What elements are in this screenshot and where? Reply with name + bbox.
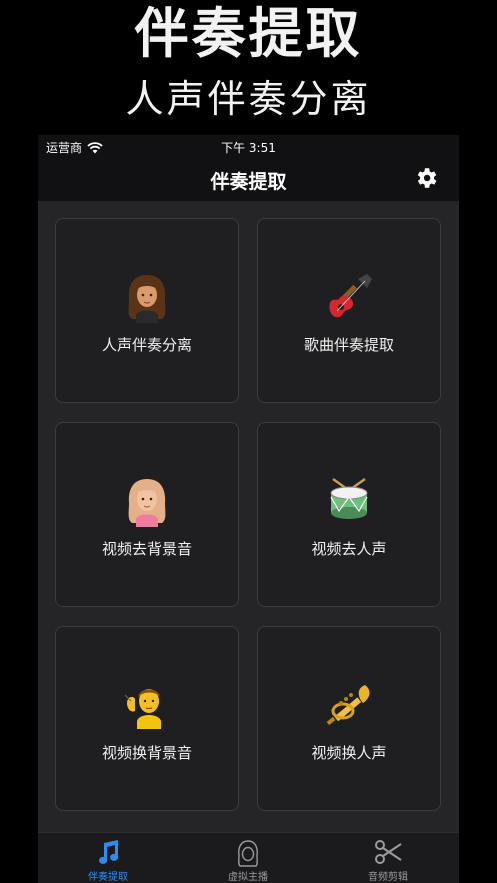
feature-label: 视频去人声 [311,540,387,558]
clock: 下午 3:51 [221,141,276,155]
avatar-icon [238,840,258,867]
feature-card-video-replace-vocal[interactable]: 视频换人声 [257,626,441,811]
feature-card-video-replace-bg-sound[interactable]: 视频换背景音 [55,626,239,811]
feature-card-song-accompaniment[interactable]: 歌曲伴奏提取 [257,218,441,403]
feature-card-video-remove-vocal[interactable]: 视频去人声 [257,422,441,607]
tab-audio-edit[interactable]: 音频剪辑 [318,833,458,883]
gear-icon[interactable] [413,165,439,191]
tab-label: 伴奏提取 [88,872,128,883]
app-screen: 运营商 下午 3:51 伴奏提取 人声伴奏分离 歌曲伴奏提取 视频去背景音 视频… [38,135,459,883]
drum-icon [330,477,368,519]
feature-label: 视频换背景音 [101,744,192,762]
nav-bar: 伴奏提取 [38,157,459,201]
tab-label: 虚拟主播 [228,872,268,883]
promo-subtitle: 人声伴奏分离 [125,77,372,121]
tab-accompaniment[interactable]: 伴奏提取 [38,833,178,883]
status-bar: 运营商 下午 3:51 [38,135,459,157]
trumpet-icon [326,685,370,726]
tab-bar: 伴奏提取 虚拟主播 音频剪辑 [38,832,459,883]
deaf-person-icon [124,689,161,729]
scissors-icon [375,840,402,864]
nav-title: 伴奏提取 [210,171,287,193]
feature-card-video-remove-bg-sound[interactable]: 视频去背景音 [55,422,239,607]
guitar-icon [329,274,372,318]
feature-label: 视频去背景音 [101,540,192,558]
feature-label: 人声伴奏分离 [101,336,192,354]
feature-label: 视频换人声 [311,744,387,762]
tab-virtual-anchor[interactable]: 虚拟主播 [178,833,318,883]
music-note-icon [99,840,119,864]
woman-curly-hair-icon [128,275,166,323]
promo-title: 伴奏提取 [134,2,363,65]
feature-label: 歌曲伴奏提取 [303,336,394,354]
feature-card-vocal-separation[interactable]: 人声伴奏分离 [55,218,239,403]
woman-blonde-icon [128,479,166,527]
tab-label: 音频剪辑 [368,872,408,883]
